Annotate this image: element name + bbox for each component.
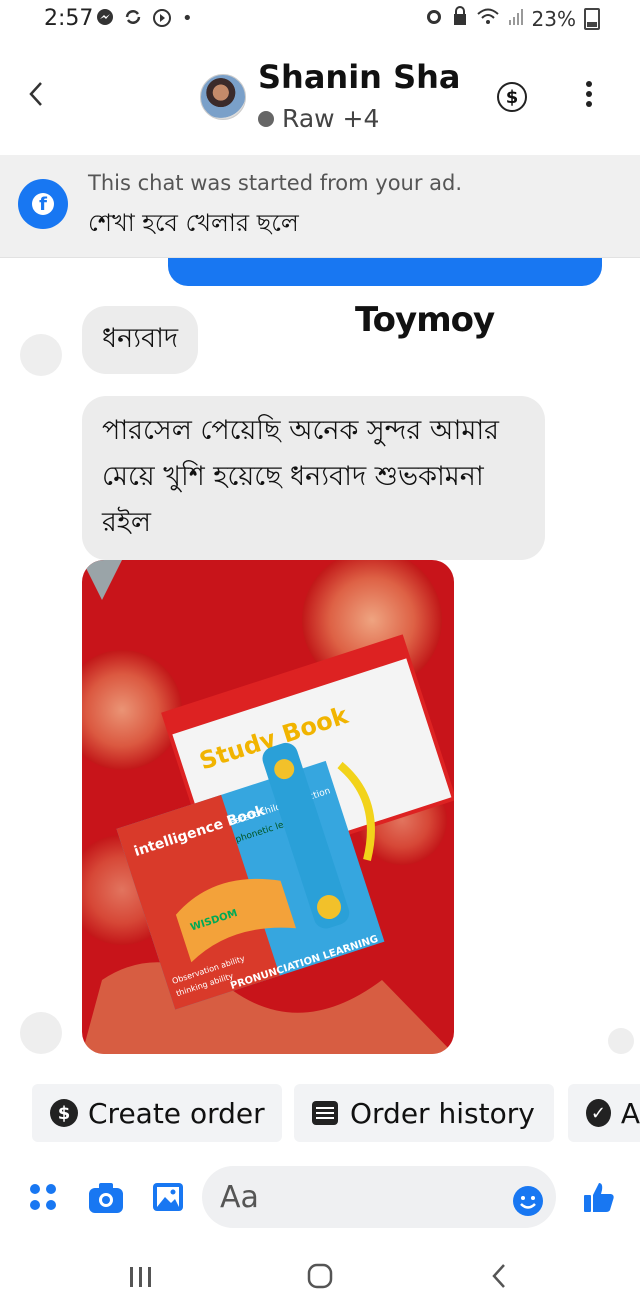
battery-percent: 23% xyxy=(531,6,576,31)
contact-subtitle: Raw +4 xyxy=(258,104,379,133)
status-bar: 2:57 • 23% xyxy=(0,0,640,40)
signal-icon xyxy=(508,6,524,31)
create-order-label: Create order xyxy=(88,1096,265,1130)
check-circle-icon: ✓ xyxy=(586,1099,611,1127)
create-order-button[interactable]: $ Create order xyxy=(32,1084,282,1142)
order-history-button[interactable]: Order history xyxy=(294,1084,554,1142)
wifi-icon xyxy=(476,6,500,31)
message-image[interactable]: Study Book intelligence Book Parent-chil… xyxy=(82,560,454,1054)
third-quick-reply-label: A xyxy=(620,1096,640,1130)
alarm-icon xyxy=(424,6,444,31)
message-bubble[interactable]: পারসেল পেয়েছি অনেক সুন্দর আমার মেয়ে খু… xyxy=(82,396,545,560)
message-bubble[interactable]: ধন্যবাদ xyxy=(82,306,199,374)
ad-origin-banner: f This chat was started from your ad. শে… xyxy=(0,155,640,258)
receipt-icon xyxy=(312,1101,338,1125)
lock-icon xyxy=(452,6,468,31)
sync-icon xyxy=(124,8,142,33)
back-button[interactable] xyxy=(28,80,44,116)
apps-icon[interactable] xyxy=(28,1182,58,1216)
recents-nav-button[interactable] xyxy=(128,1262,154,1297)
avatar[interactable] xyxy=(200,74,246,120)
dollar-icon[interactable]: $ xyxy=(497,82,527,112)
back-nav-button[interactable] xyxy=(490,1262,508,1298)
gallery-icon[interactable] xyxy=(152,1182,184,1216)
conversation-header: Shanin Sha Raw +4 $ xyxy=(0,40,640,155)
facebook-icon: f xyxy=(18,179,68,229)
read-receipt-avatar xyxy=(608,1028,634,1054)
dollar-circle-icon: $ xyxy=(50,1099,78,1127)
battery-icon xyxy=(584,7,600,30)
no-sign-icon xyxy=(152,8,172,33)
home-nav-button[interactable] xyxy=(306,1262,334,1298)
more-vert-icon[interactable] xyxy=(585,80,593,108)
status-time: 2:57 xyxy=(44,6,94,31)
sent-message-bubble-partial[interactable] xyxy=(168,258,602,286)
emoji-icon[interactable] xyxy=(513,1186,543,1216)
status-dot-icon xyxy=(258,110,274,127)
banner-line-2: শেখা হবে খেলার ছলে xyxy=(88,209,299,237)
message-input-placeholder: Aa xyxy=(220,1180,259,1215)
status-left-icons: • xyxy=(96,8,193,33)
third-quick-reply-button[interactable]: ✓ A xyxy=(568,1084,640,1142)
sender-avatar-placeholder xyxy=(20,1012,62,1054)
subtitle-text: Raw +4 xyxy=(282,104,380,133)
sender-avatar-placeholder xyxy=(20,334,62,376)
banner-line-1: This chat was started from your ad. xyxy=(88,171,463,195)
watermark-text: Toymoy xyxy=(355,300,495,340)
like-icon[interactable] xyxy=(582,1180,616,1218)
status-right-icons: 23% xyxy=(424,6,600,31)
camera-icon[interactable] xyxy=(88,1182,124,1218)
dot-icon: • xyxy=(182,8,193,29)
contact-name[interactable]: Shanin Sha xyxy=(258,58,461,96)
messenger-icon xyxy=(96,8,114,33)
order-history-label: Order history xyxy=(350,1096,535,1130)
